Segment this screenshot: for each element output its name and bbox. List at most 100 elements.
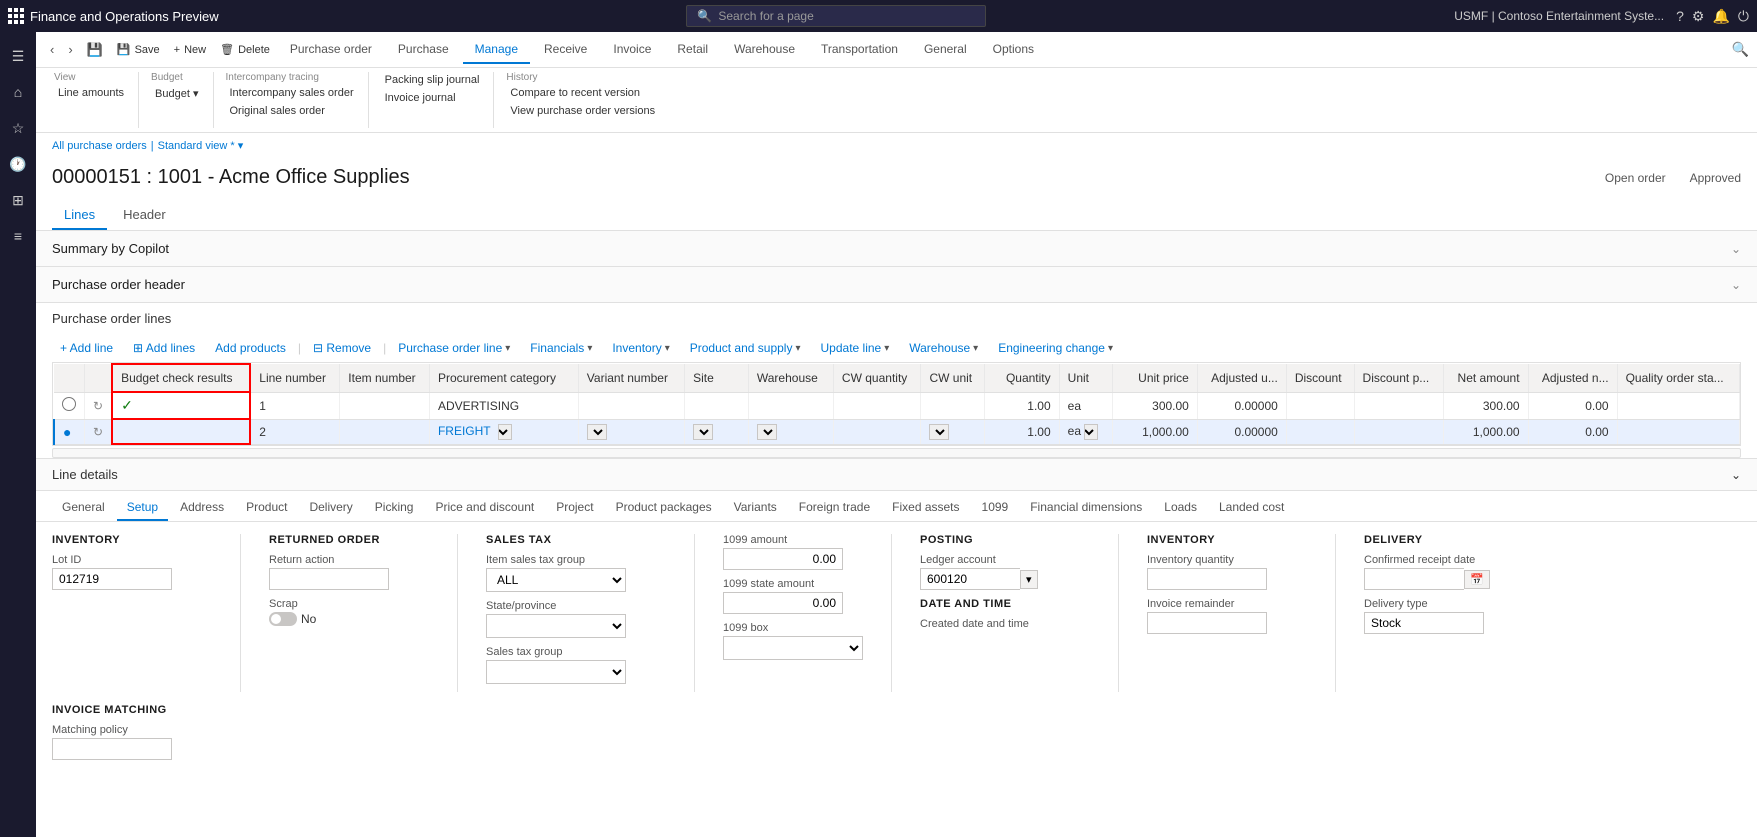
ledger-account-input[interactable] [920, 568, 1020, 590]
row1-sel[interactable] [54, 392, 85, 419]
inventory-quantity-input[interactable] [1147, 568, 1267, 590]
table-row[interactable]: ● ↻ 2 FREIGHT [54, 419, 1740, 444]
section-header-po[interactable]: Purchase order header ⌄ [36, 267, 1757, 302]
delete-button[interactable]: 🗑 Delete [214, 41, 276, 58]
detail-tab-product-packages[interactable]: Product packages [606, 495, 722, 521]
back-button[interactable]: ‹ [44, 38, 60, 61]
ribbon-search-button[interactable]: 🔍 [1732, 41, 1749, 58]
matching-policy-input[interactable] [52, 738, 172, 760]
all-purchase-orders-link[interactable]: All purchase orders [52, 140, 147, 152]
po-line-button[interactable]: Purchase order line ▾ [390, 338, 518, 358]
tab-options[interactable]: Options [981, 36, 1046, 64]
row2-refresh[interactable]: ↻ [85, 419, 113, 444]
return-action-input[interactable] [269, 568, 389, 590]
horizontal-scrollbar[interactable] [52, 448, 1741, 458]
forward-button[interactable]: › [62, 38, 78, 61]
detail-tab-delivery[interactable]: Delivery [299, 495, 362, 521]
notification-icon[interactable]: 🔔 [1712, 8, 1729, 25]
packing-slip-journal-button[interactable]: Packing slip journal [379, 72, 486, 88]
detail-tab-price-discount[interactable]: Price and discount [425, 495, 544, 521]
sidebar-recent-icon[interactable]: 🕐 [2, 148, 34, 180]
tab-invoice[interactable]: Invoice [601, 36, 663, 64]
content-tab-header[interactable]: Header [111, 201, 178, 230]
detail-tab-general[interactable]: General [52, 495, 115, 521]
original-sales-order-button[interactable]: Original sales order [224, 103, 360, 119]
inventory-button[interactable]: Inventory ▾ [604, 338, 677, 358]
row1-refresh[interactable]: ↻ [85, 392, 113, 419]
row2-sel[interactable]: ● [54, 419, 85, 444]
content-tab-lines[interactable]: Lines [52, 201, 107, 230]
section-header-copilot[interactable]: Summary by Copilot ⌄ [36, 231, 1757, 266]
product-supply-button[interactable]: Product and supply ▾ [682, 338, 809, 358]
standard-view-link[interactable]: Standard view * ▾ [158, 139, 244, 152]
tab-general[interactable]: General [912, 36, 979, 64]
detail-tab-variants[interactable]: Variants [724, 495, 787, 521]
ledger-account-dropdown-btn[interactable]: ▾ [1020, 570, 1038, 589]
row2-unit-select[interactable] [1084, 424, 1098, 440]
1099-state-amount-input[interactable] [723, 592, 843, 614]
sidebar-modules-icon[interactable]: ⊞ [2, 184, 34, 216]
warehouse-btn[interactable]: Warehouse ▾ [901, 338, 986, 358]
detail-tab-landed-cost[interactable]: Landed cost [1209, 495, 1294, 521]
add-products-button[interactable]: Add products [207, 338, 294, 358]
tab-retail[interactable]: Retail [665, 36, 720, 64]
row2-cwunit-select[interactable] [929, 424, 949, 440]
save-button[interactable]: 💾 Save [111, 41, 166, 58]
invoice-journal-button[interactable]: Invoice journal [379, 90, 486, 106]
add-lines-button[interactable]: ⊞ Add lines [125, 338, 203, 358]
row2-category-select[interactable] [498, 424, 512, 440]
detail-tab-fixed-assets[interactable]: Fixed assets [882, 495, 969, 521]
confirmed-receipt-date-input[interactable] [1364, 568, 1464, 590]
sidebar-menu-icon[interactable]: ☰ [2, 40, 34, 72]
detail-tab-foreign-trade[interactable]: Foreign trade [789, 495, 880, 521]
scrap-toggle-track[interactable] [269, 612, 297, 626]
1099-amount-input[interactable] [723, 548, 843, 570]
tab-transportation[interactable]: Transportation [809, 36, 910, 64]
lot-id-input[interactable] [52, 568, 172, 590]
intercompany-sales-order-button[interactable]: Intercompany sales order [224, 85, 360, 101]
tab-receive[interactable]: Receive [532, 36, 599, 64]
detail-tab-setup[interactable]: Setup [117, 495, 168, 521]
delivery-type-input[interactable] [1364, 612, 1484, 634]
compare-recent-button[interactable]: Compare to recent version [504, 85, 661, 101]
row2-procurement-category[interactable]: FREIGHT [429, 419, 578, 444]
confirmed-receipt-date-calendar-btn[interactable]: 📅 [1464, 570, 1490, 589]
power-icon[interactable]: ⏻ [1738, 8, 1749, 25]
detail-tab-picking[interactable]: Picking [365, 495, 424, 521]
update-line-button[interactable]: Update line ▾ [813, 338, 898, 358]
tab-purchase-order[interactable]: Purchase order [278, 36, 384, 64]
detail-tab-1099[interactable]: 1099 [972, 495, 1019, 521]
new-button[interactable]: + New [168, 42, 212, 58]
detail-tab-loads[interactable]: Loads [1154, 495, 1207, 521]
sidebar-list-icon[interactable]: ≡ [2, 220, 34, 252]
remove-button[interactable]: ⊟ Remove [305, 338, 379, 358]
settings-icon[interactable]: ⚙ [1692, 8, 1705, 25]
tab-manage[interactable]: Manage [463, 36, 530, 64]
detail-tab-address[interactable]: Address [170, 495, 234, 521]
item-sales-tax-select[interactable]: ALL [486, 568, 626, 592]
add-line-button[interactable]: + Add line [52, 338, 121, 358]
tab-purchase[interactable]: Purchase [386, 36, 461, 64]
help-icon[interactable]: ? [1676, 8, 1684, 24]
detail-tab-financial-dimensions[interactable]: Financial dimensions [1020, 495, 1152, 521]
save-disk-button[interactable]: 💾 [81, 38, 109, 62]
row2-warehouse-select[interactable] [757, 424, 777, 440]
line-amounts-button[interactable]: Line amounts [52, 85, 130, 101]
app-logo[interactable]: Finance and Operations Preview [8, 8, 219, 24]
search-bar[interactable]: 🔍 Search for a page [686, 5, 986, 27]
view-po-versions-button[interactable]: View purchase order versions [504, 103, 661, 119]
sidebar-home-icon[interactable]: ⌂ [2, 76, 34, 108]
row2-variant-select[interactable] [587, 424, 607, 440]
budget-dropdown-button[interactable]: Budget ▾ [149, 85, 204, 102]
financials-button[interactable]: Financials ▾ [522, 338, 600, 358]
line-details-header[interactable]: Line details ⌄ [36, 459, 1757, 491]
table-row[interactable]: ↻ ✓ 1 ADVERTISING [54, 392, 1740, 419]
detail-tab-product[interactable]: Product [236, 495, 297, 521]
scrap-toggle[interactable]: No [269, 612, 429, 626]
sales-tax-group-select[interactable] [486, 660, 626, 684]
tab-warehouse[interactable]: Warehouse [722, 36, 807, 64]
1099-box-select[interactable] [723, 636, 863, 660]
engineering-change-button[interactable]: Engineering change ▾ [990, 338, 1121, 358]
detail-tab-project[interactable]: Project [546, 495, 603, 521]
invoice-remainder-input[interactable] [1147, 612, 1267, 634]
